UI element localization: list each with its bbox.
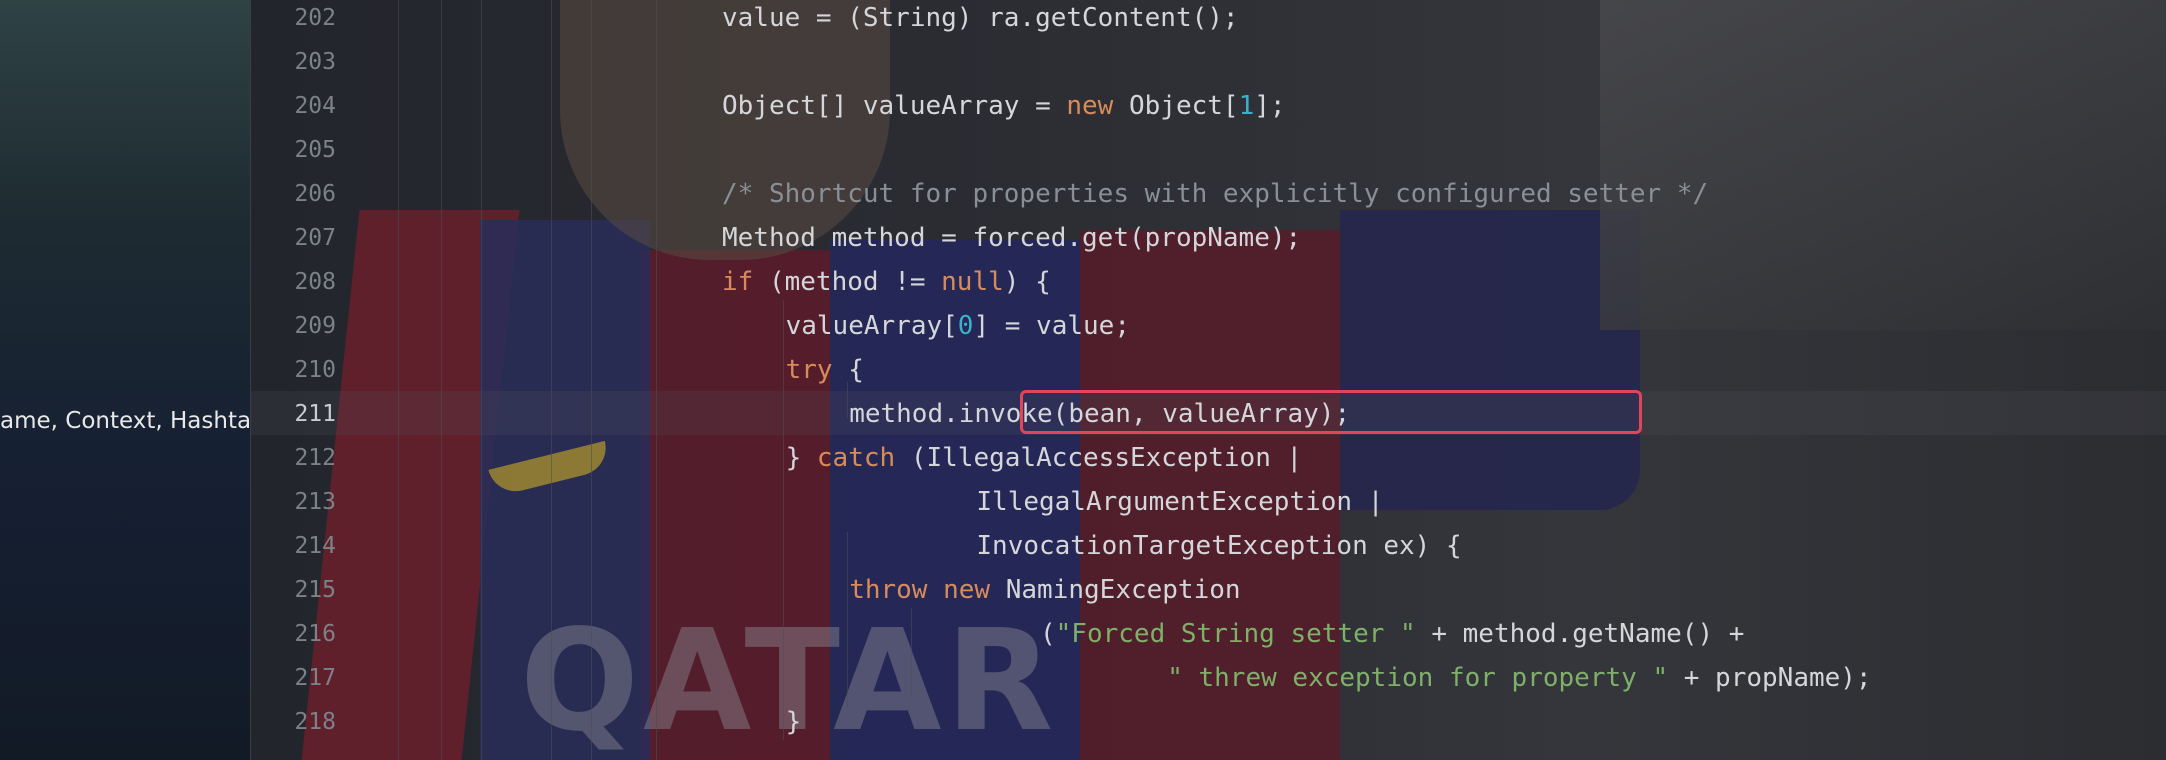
- code-line[interactable]: /* Shortcut for properties with explicit…: [722, 172, 1708, 216]
- left-panel-text: ame, Context, Hashtal: [0, 408, 250, 434]
- token: InvocationTargetException ex) {: [976, 531, 1462, 561]
- token: ];: [1254, 91, 1286, 121]
- line-number: 209: [294, 313, 336, 339]
- line-number: 205: [294, 137, 336, 163]
- token-num: 1: [1238, 91, 1255, 121]
- token: ] = value;: [973, 311, 1130, 341]
- token: value = (String) ra.getContent();: [722, 3, 1239, 33]
- token: (: [1040, 619, 1056, 649]
- token: (IllegalAccessException |: [895, 443, 1303, 473]
- line-number: 204: [294, 93, 336, 119]
- token: }: [785, 707, 802, 737]
- code-line[interactable]: InvocationTargetException ex) {: [976, 524, 1461, 568]
- code-line[interactable]: IllegalArgumentException |: [976, 480, 1383, 524]
- line-number: 210: [294, 357, 336, 383]
- token: {: [832, 355, 864, 385]
- code-line[interactable]: throw new NamingException: [849, 568, 1240, 612]
- token: Object[: [1113, 91, 1239, 121]
- line-number: 211: [294, 401, 336, 427]
- code-line[interactable]: Method method = forced.get(propName);: [722, 216, 1301, 260]
- token-kw: if: [722, 267, 754, 297]
- line-number: 218: [294, 709, 336, 735]
- token-kw: try: [785, 355, 833, 385]
- token-num: 0: [957, 311, 974, 341]
- token-str: " threw exception for property ": [1167, 663, 1669, 693]
- line-number: 206: [294, 181, 336, 207]
- token: Method method = forced.get(propName);: [722, 223, 1302, 253]
- token-kw: catch: [816, 443, 896, 473]
- code-line[interactable]: }: [786, 700, 802, 744]
- code-line[interactable]: try {: [786, 348, 864, 392]
- line-number: 215: [294, 577, 336, 603]
- line-number: 216: [294, 621, 336, 647]
- line-number: 213: [294, 489, 336, 515]
- token-cm: /* Shortcut for properties with explicit…: [722, 179, 1709, 209]
- code-line[interactable]: " threw exception for property " + propN…: [1167, 656, 1871, 700]
- token: + method.getName() +: [1415, 619, 1745, 649]
- token-kw: new: [1066, 91, 1114, 121]
- code-line[interactable]: ("Forced String setter " + method.getNam…: [1040, 612, 1744, 656]
- token-kw: throw: [849, 575, 928, 605]
- code-line[interactable]: if (method != null) {: [722, 260, 1051, 304]
- token: }: [785, 443, 817, 473]
- token: ) {: [1003, 267, 1051, 297]
- token: NamingException: [990, 575, 1241, 605]
- token-kw: new: [943, 575, 991, 605]
- code-editor[interactable]: 202 value = (String) ra.getContent(); 203 2…: [251, 0, 2166, 760]
- token: IllegalArgumentException |: [976, 487, 1384, 517]
- line-number: 212: [294, 445, 336, 471]
- line-number: 203: [294, 49, 336, 75]
- highlighted-call-box: [1020, 390, 1642, 434]
- token: (method !=: [753, 267, 942, 297]
- code-line[interactable]: valueArray[0] = value;: [786, 304, 1130, 348]
- token: + propName);: [1668, 663, 1872, 693]
- code-line[interactable]: Object[] valueArray = new Object[1];: [722, 84, 1286, 128]
- code-line[interactable]: } catch (IllegalAccessException |: [786, 436, 1303, 480]
- line-number: 202: [294, 5, 336, 31]
- token: valueArray[: [785, 311, 958, 341]
- token-str: "Forced String setter ": [1055, 619, 1416, 649]
- code-line[interactable]: value = (String) ra.getContent();: [722, 0, 1239, 40]
- left-panel: ame, Context, Hashtal: [0, 0, 251, 760]
- token-kw: null: [941, 267, 1004, 297]
- line-number: 217: [294, 665, 336, 691]
- line-number: 208: [294, 269, 336, 295]
- line-number: 207: [294, 225, 336, 251]
- token: Object[] valueArray =: [722, 91, 1067, 121]
- line-number: 214: [294, 533, 336, 559]
